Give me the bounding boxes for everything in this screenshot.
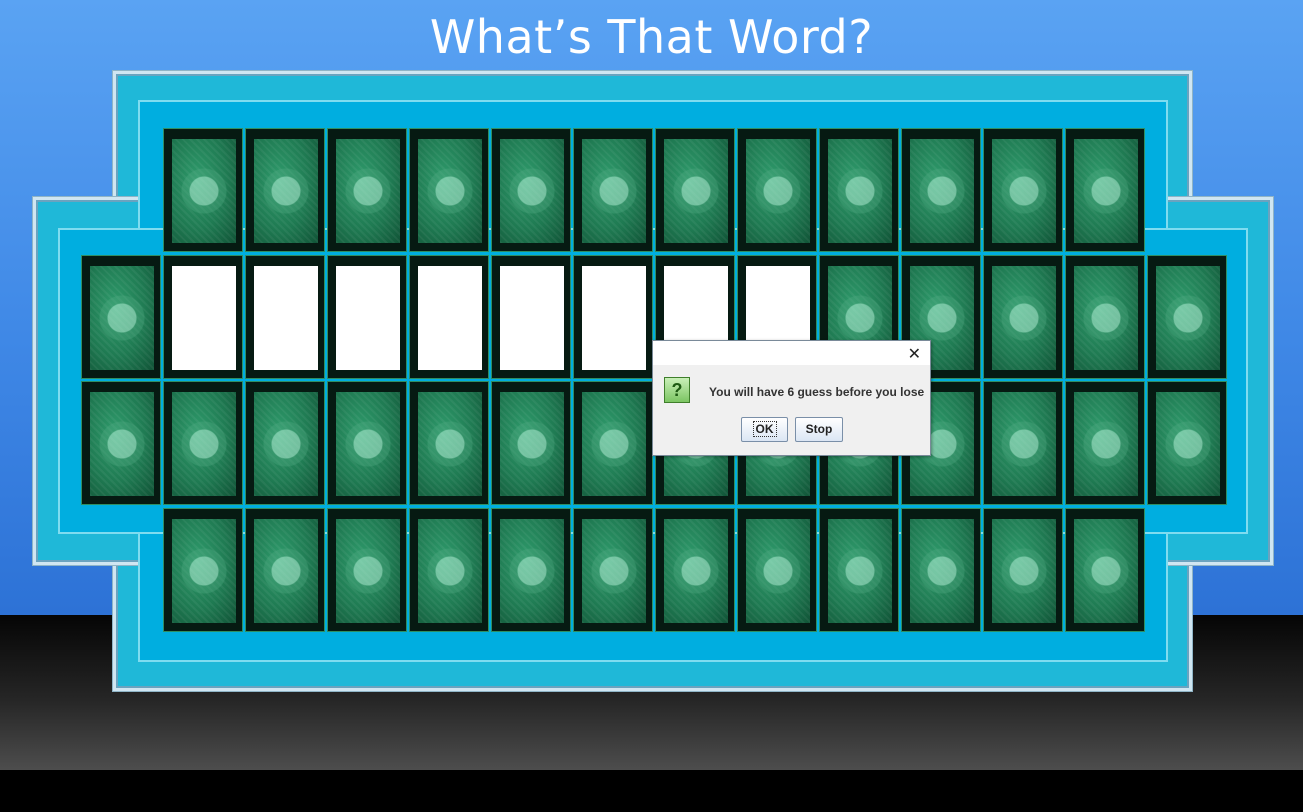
covered-tile (163, 508, 243, 632)
covered-tile (81, 255, 161, 379)
tile-pattern-face (500, 139, 564, 243)
tile-blank-face (254, 266, 318, 370)
covered-tile (655, 128, 735, 252)
question-icon: ? (664, 377, 690, 403)
blank-letter-tile (163, 255, 243, 379)
tile-pattern-face (582, 519, 646, 623)
covered-tile (819, 128, 899, 252)
tile-pattern-face (172, 519, 236, 623)
covered-tile (409, 128, 489, 252)
tile-pattern-face (418, 139, 482, 243)
tile-blank-face (500, 266, 564, 370)
covered-tile (491, 508, 571, 632)
covered-tile (737, 128, 817, 252)
blank-letter-tile (327, 255, 407, 379)
covered-tile (983, 255, 1063, 379)
covered-tile (983, 508, 1063, 632)
tile-pattern-face (254, 519, 318, 623)
covered-tile (327, 128, 407, 252)
tile-pattern-face (336, 139, 400, 243)
ok-button[interactable]: OK (741, 417, 788, 442)
tile-pattern-face (1156, 392, 1220, 496)
dialog-titlebar: ✕ (653, 341, 930, 365)
covered-tile (327, 381, 407, 505)
covered-tile (1065, 508, 1145, 632)
covered-tile (983, 128, 1063, 252)
tile-pattern-face (336, 392, 400, 496)
game-title: What’s That Word? (429, 10, 874, 64)
tile-pattern-face (992, 266, 1056, 370)
tile-pattern-face (172, 139, 236, 243)
tile-pattern-face (500, 392, 564, 496)
tile-pattern-face (582, 139, 646, 243)
tile-pattern-face (746, 519, 810, 623)
covered-tile (163, 128, 243, 252)
covered-tile (245, 128, 325, 252)
blank-letter-tile (491, 255, 571, 379)
tile-pattern-face (992, 519, 1056, 623)
tile-blank-face (582, 266, 646, 370)
tile-pattern-face (992, 392, 1056, 496)
covered-tile (737, 508, 817, 632)
covered-tile (245, 381, 325, 505)
covered-tile (245, 508, 325, 632)
covered-tile (491, 128, 571, 252)
message-dialog: ✕ ? You will have 6 guess before you los… (652, 340, 931, 456)
tile-pattern-face (664, 139, 728, 243)
tile-pattern-face (828, 139, 892, 243)
blank-letter-tile (573, 255, 653, 379)
tile-pattern-face (500, 519, 564, 623)
tile-blank-face (418, 266, 482, 370)
covered-tile (573, 381, 653, 505)
covered-tile (573, 128, 653, 252)
covered-tile (1065, 255, 1145, 379)
covered-tile (1065, 381, 1145, 505)
tile-pattern-face (418, 519, 482, 623)
covered-tile (1147, 255, 1227, 379)
covered-tile (327, 508, 407, 632)
tile-blank-face (172, 266, 236, 370)
tile-pattern-face (910, 519, 974, 623)
stop-button[interactable]: Stop (795, 417, 843, 442)
ok-button-label: OK (752, 421, 777, 437)
covered-tile (491, 381, 571, 505)
covered-tile (655, 508, 735, 632)
tile-pattern-face (746, 139, 810, 243)
tile-blank-face (336, 266, 400, 370)
tile-pattern-face (90, 266, 154, 370)
tile-pattern-face (910, 139, 974, 243)
covered-tile (81, 381, 161, 505)
close-icon[interactable]: ✕ (908, 344, 921, 363)
tile-pattern-face (1156, 266, 1220, 370)
tile-pattern-face (1074, 139, 1138, 243)
covered-tile (901, 128, 981, 252)
tile-pattern-face (336, 519, 400, 623)
bottom-bar (0, 770, 1303, 812)
tile-pattern-face (172, 392, 236, 496)
covered-tile (901, 508, 981, 632)
covered-tile (983, 381, 1063, 505)
tile-pattern-face (254, 139, 318, 243)
blank-letter-tile (409, 255, 489, 379)
covered-tile (1147, 381, 1227, 505)
tile-pattern-face (582, 392, 646, 496)
tile-pattern-face (992, 139, 1056, 243)
covered-tile (163, 381, 243, 505)
tile-pattern-face (1074, 519, 1138, 623)
tile-pattern-face (254, 392, 318, 496)
tile-pattern-face (1074, 266, 1138, 370)
tile-pattern-face (664, 519, 728, 623)
covered-tile (409, 508, 489, 632)
covered-tile (1065, 128, 1145, 252)
tile-pattern-face (90, 392, 154, 496)
covered-tile (573, 508, 653, 632)
dialog-message: You will have 6 guess before you lose (709, 385, 925, 399)
tile-pattern-face (828, 519, 892, 623)
covered-tile (819, 508, 899, 632)
covered-tile (409, 381, 489, 505)
tile-pattern-face (1074, 392, 1138, 496)
blank-letter-tile (245, 255, 325, 379)
tile-pattern-face (418, 392, 482, 496)
